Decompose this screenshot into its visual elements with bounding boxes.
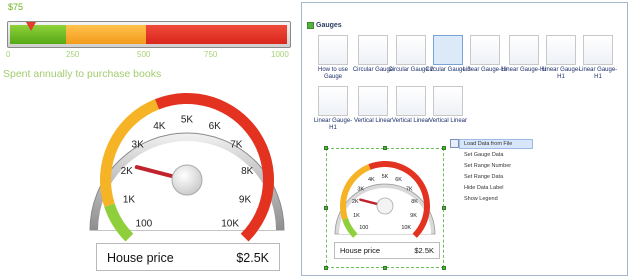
menu-item-set-range-data[interactable]: Set Range Data xyxy=(464,174,503,180)
main-gauge-tick-label: 5K xyxy=(181,115,194,126)
linear-gauge-green-band xyxy=(10,25,66,44)
gauge-thumbnail[interactable] xyxy=(546,35,576,65)
gauge-thumbnail[interactable] xyxy=(583,35,613,65)
linear-gauge-tick: 0 xyxy=(6,50,11,59)
menu-item-hide-data-label[interactable]: Hide Data Label xyxy=(464,185,503,191)
menu-item-show-legend[interactable]: Show Legend xyxy=(464,196,498,202)
action-menu-icon[interactable] xyxy=(450,139,459,148)
main-gauge-tick-label: 100 xyxy=(136,219,153,230)
resize-handle[interactable] xyxy=(383,266,387,270)
main-gauge-tick-label: 1K xyxy=(123,194,136,205)
selected-gauge-tick-label: 2K xyxy=(352,199,359,205)
gauge-thumbnail[interactable] xyxy=(318,86,348,116)
gauges-library-title: Gauges xyxy=(316,22,342,29)
gauge-thumbnail[interactable] xyxy=(358,35,388,65)
selected-gauge-tick-label: 100 xyxy=(359,225,368,231)
main-gauge-label-value: $2.5K xyxy=(236,251,269,265)
resize-handle[interactable] xyxy=(324,146,328,150)
selected-gauge-tick-label: 3K xyxy=(357,186,364,192)
main-gauge-tick-label: 4K xyxy=(153,121,166,132)
main-gauge-tick-label: 7K xyxy=(230,140,243,151)
main-gauge-tick-label: 9K xyxy=(239,194,252,205)
selected-gauge-tick-label: 7K xyxy=(406,186,413,192)
selected-gauge-tick-label: 5K xyxy=(382,174,389,180)
gauge-thumbnail[interactable] xyxy=(396,86,426,116)
main-gauge-tick-label: 8K xyxy=(241,166,254,177)
selected-gauge-label-name: House price xyxy=(340,246,381,255)
main-gauge-tick-label: 6K xyxy=(209,121,222,132)
resize-handle[interactable] xyxy=(324,206,328,210)
gauge-thumbnail[interactable] xyxy=(433,86,463,116)
main-gauge-hub xyxy=(171,164,203,196)
gauge-thumbnail[interactable] xyxy=(358,86,388,116)
main-gauge-label-name: House price xyxy=(107,251,174,265)
linear-gauge-pointer[interactable] xyxy=(25,22,36,31)
gauge-thumbnail[interactable] xyxy=(433,35,463,65)
linear-gauge-tick: 1000 xyxy=(271,50,289,59)
selected-gauge-data-label: House price $2.5K xyxy=(334,242,440,259)
resize-handle[interactable] xyxy=(324,266,328,270)
menu-item-set-gauge-data[interactable]: Set Gauge Data xyxy=(464,152,503,158)
main-gauge-data-label: House price $2.5K xyxy=(96,243,280,271)
gauge-thumbnail[interactable] xyxy=(470,35,500,65)
linear-gauge-orange-band xyxy=(66,25,146,44)
selected-gauge-hub xyxy=(376,197,394,215)
selected-gauge-tick-label: 4K xyxy=(368,177,375,183)
menu-item-set-range-number[interactable]: Set Range Number xyxy=(464,163,511,169)
selected-gauge-tick-label: 9K xyxy=(410,213,417,219)
linear-gauge-tick: 250 xyxy=(66,50,80,59)
gauges-library-icon xyxy=(307,22,314,29)
linear-gauge-caption: Spent annually to purchase books xyxy=(3,68,162,80)
context-menu: Load Data from File Set Gauge Data Set R… xyxy=(459,139,534,209)
gauge-thumbnail[interactable] xyxy=(318,35,348,65)
main-gauge[interactable]: 100 1K 2K 3K 4K 5K 6K 7K 8K 9K 10K xyxy=(80,80,294,242)
gauge-thumbnail-label: Linear Gauge-H1 xyxy=(578,67,618,80)
selected-gauge-tick-label: 6K xyxy=(395,177,402,183)
linear-gauge-tick: 750 xyxy=(204,50,218,59)
gauge-thumbnail[interactable] xyxy=(509,35,539,65)
selected-gauge-tick-label: 10K xyxy=(401,225,411,231)
resize-handle[interactable] xyxy=(442,146,446,150)
selected-gauge-label-value: $2.5K xyxy=(414,246,434,255)
gauge-thumbnail-label: Vertical Linear xyxy=(428,118,468,124)
main-gauge-tick-label: 10K xyxy=(221,219,239,230)
menu-item-load-data[interactable]: Load Data from File xyxy=(464,141,512,147)
selected-gauge-tick-label: 8K xyxy=(411,199,418,205)
gauge-thumbnail[interactable] xyxy=(396,35,426,65)
linear-gauge-tick: 500 xyxy=(137,50,151,59)
resize-handle[interactable] xyxy=(442,266,446,270)
main-gauge-tick-label: 2K xyxy=(121,166,134,177)
selected-gauge-tick-label: 1K xyxy=(353,213,360,219)
linear-gauge-red-band xyxy=(146,25,287,44)
resize-handle[interactable] xyxy=(442,206,446,210)
selected-gauge[interactable]: 100 1K 2K 3K 4K 5K 6K 7K 8K 9K 10K xyxy=(330,150,440,242)
linear-gauge-value: $75 xyxy=(8,2,24,12)
main-gauge-tick-label: 3K xyxy=(132,140,145,151)
